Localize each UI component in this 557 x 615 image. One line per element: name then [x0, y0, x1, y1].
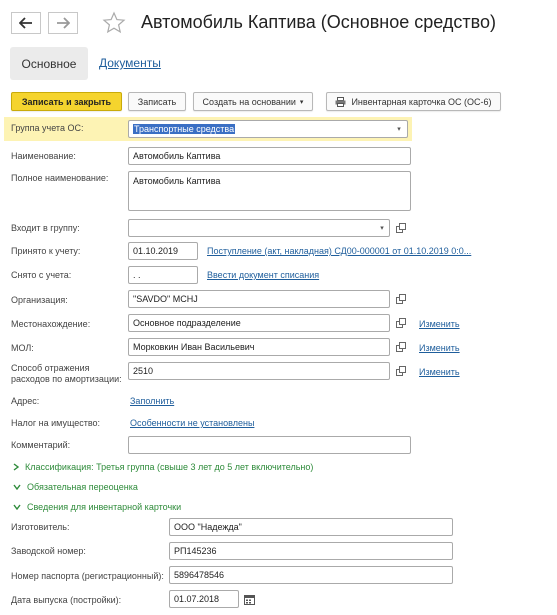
tab-documents[interactable]: Документы — [99, 56, 161, 70]
group-value: Транспортные средства — [133, 124, 236, 134]
location-label: Местонахождение: — [11, 319, 91, 329]
serial-number-field[interactable]: РП145236 — [169, 542, 453, 560]
manufacture-date-field[interactable]: 01.07.2018 — [169, 590, 239, 608]
organization-label: Организация: — [11, 295, 68, 305]
favorite-star-button[interactable] — [102, 11, 126, 37]
accepted-document-link[interactable]: Поступление (акт, накладная) СД00-000001… — [207, 246, 471, 256]
printer-icon — [335, 96, 346, 107]
group-label: Группа учета ОС: — [11, 123, 84, 133]
chevron-right-icon — [13, 463, 19, 471]
mol-change-link[interactable]: Изменить — [419, 343, 460, 353]
amortization-label-line2: расходов по амортизации: — [11, 374, 122, 384]
open-form-icon — [396, 342, 406, 352]
calendar-button[interactable] — [242, 592, 256, 606]
removed-date-field[interactable]: . . — [128, 266, 198, 284]
chevron-down-icon — [13, 484, 21, 490]
fullname-field[interactable]: Автомобиль Каптива — [128, 171, 411, 211]
location-open-button[interactable] — [394, 316, 408, 330]
card-info-section[interactable]: Сведения для инвентарной карточки — [13, 502, 181, 512]
parent-group-field[interactable] — [128, 219, 390, 237]
create-based-label: Создать на основании — [202, 96, 296, 107]
write-off-link[interactable]: Ввести документ списания — [207, 270, 319, 280]
organization-open-button[interactable] — [394, 292, 408, 306]
classification-section[interactable]: Классификация: Третья группа (свыше 3 ле… — [13, 462, 313, 472]
manufacturer-label: Изготовитель: — [11, 522, 70, 532]
print-card-button[interactable]: Инвентарная карточка ОС (ОС-6) — [326, 92, 501, 111]
amortization-open-button[interactable] — [394, 364, 408, 378]
address-fill-link[interactable]: Заполнить — [130, 396, 174, 406]
page-title: Автомобиль Каптива (Основное средство) — [141, 12, 496, 32]
amortization-field[interactable]: 2510 — [128, 362, 390, 380]
amortization-change-link[interactable]: Изменить — [419, 367, 460, 377]
arrow-left-icon — [19, 17, 32, 29]
passport-number-field[interactable]: 5896478546 — [169, 566, 453, 584]
property-tax-label: Налог на имущество: — [11, 418, 101, 428]
open-form-icon — [396, 318, 406, 328]
open-form-icon — [396, 223, 406, 233]
back-button[interactable] — [11, 12, 41, 34]
property-tax-link[interactable]: Особенности не установлены — [130, 418, 254, 428]
open-form-icon — [396, 366, 406, 376]
mol-open-button[interactable] — [394, 340, 408, 354]
star-icon — [102, 11, 126, 34]
group-field[interactable]: Транспортные средства — [128, 120, 408, 138]
mol-label: МОЛ: — [11, 343, 34, 353]
comment-field[interactable] — [128, 436, 411, 454]
open-form-icon — [396, 294, 406, 304]
classification-title: Классификация: Третья группа (свыше 3 ле… — [25, 462, 314, 472]
print-card-label: Инвентарная карточка ОС (ОС-6) — [351, 96, 492, 107]
accepted-date-field[interactable]: 01.10.2019 — [128, 242, 198, 260]
fullname-label: Полное наименование: — [11, 173, 109, 183]
mol-field[interactable]: Морковкин Иван Васильевич — [128, 338, 390, 356]
serial-number-label: Заводской номер: — [11, 546, 86, 556]
create-based-button[interactable]: Создать на основании ▾ — [193, 92, 313, 111]
chevron-down-icon — [13, 504, 21, 510]
manufacturer-field[interactable]: ООО "Надежда" — [169, 518, 453, 536]
group-dropdown-button[interactable]: ▾ — [392, 122, 406, 136]
organization-field[interactable]: "SAVDO" MCHJ — [128, 290, 390, 308]
dropdown-arrow-icon: ▾ — [299, 98, 304, 106]
revaluation-section[interactable]: Обязательная переоценка — [13, 482, 138, 492]
name-label: Наименование: — [11, 151, 76, 161]
revaluation-title: Обязательная переоценка — [27, 482, 138, 492]
parent-group-label: Входит в группу: — [11, 223, 80, 233]
card-info-title: Сведения для инвентарной карточки — [27, 502, 182, 512]
passport-number-label: Номер паспорта (регистрационный): — [11, 571, 164, 581]
name-field[interactable]: Автомобиль Каптива — [128, 147, 411, 165]
calendar-icon — [243, 594, 255, 605]
parent-group-open-button[interactable] — [394, 221, 408, 235]
parent-group-dropdown[interactable]: ▾ — [375, 221, 389, 235]
location-field[interactable]: Основное подразделение — [128, 314, 390, 332]
address-label: Адрес: — [11, 396, 40, 406]
manufacture-date-label: Дата выпуска (постройки): — [11, 595, 122, 605]
removed-label: Снято с учета: — [11, 270, 72, 280]
accepted-label: Принято к учету: — [11, 246, 81, 256]
save-button[interactable]: Записать — [128, 92, 186, 111]
chevron-down-icon: ▾ — [380, 225, 384, 232]
chevron-down-icon: ▾ — [397, 126, 401, 133]
comment-label: Комментарий: — [11, 440, 71, 450]
location-change-link[interactable]: Изменить — [419, 319, 460, 329]
forward-button[interactable] — [48, 12, 78, 34]
amortization-label-line1: Способ отражения — [11, 363, 90, 373]
tab-main[interactable]: Основное — [10, 47, 88, 80]
arrow-right-icon — [57, 17, 70, 29]
save-close-button[interactable]: Записать и закрыть — [11, 92, 122, 111]
